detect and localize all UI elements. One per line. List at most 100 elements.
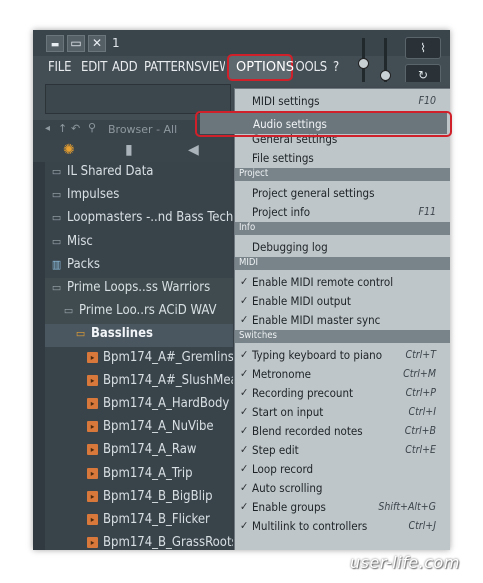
file-icon[interactable]: ▮ — [125, 142, 133, 158]
check-icon: ✓ — [240, 500, 249, 513]
menu-item-label: Typing keyboard to piano — [252, 348, 383, 362]
maximize-button[interactable]: ▭ — [67, 35, 85, 52]
browser-item[interactable]: ▭ Prime Loo..rs ACiD WAV — [45, 301, 233, 325]
browser-title[interactable]: Browser - All — [108, 123, 177, 136]
menu-item-label: File settings — [252, 151, 314, 165]
menu-item-enable-midi-remote-control[interactable]: ✓ Enable MIDI remote control — [235, 273, 450, 292]
fl-studio-window: ▬ ▭ ✕ 1 FILE EDIT ADD PATTERNS VIEW OPTI… — [33, 30, 450, 550]
menu-item-blend-recorded-notes[interactable]: ✓ Blend recorded notes Ctrl+B — [235, 422, 450, 441]
browser-item[interactable]: ▸ Bpm174_A#_Gremlins — [45, 348, 233, 371]
menu-item-shortcut: Shift+Alt+G — [378, 501, 436, 513]
maximize-icon: ▭ — [70, 36, 82, 50]
menu-item-enable-midi-output[interactable]: ✓ Enable MIDI output — [235, 292, 450, 311]
browser-item-label: Bpm174_B_GrassRoots — [103, 535, 233, 550]
menu-item-metronome[interactable]: ✓ Metronome Ctrl+M — [235, 365, 450, 384]
browser-item[interactable]: ▸ Bpm174_A_Raw — [45, 440, 233, 463]
menu-file[interactable]: FILE — [48, 60, 71, 75]
menu-item-label: Multilink to controllers — [252, 519, 368, 533]
back-icon[interactable]: ↶ — [71, 122, 80, 135]
menu-section-header: MIDI — [235, 257, 450, 270]
browser-item[interactable]: ▸ Bpm174_B_Flicker — [45, 510, 233, 533]
menu-item-label: Enable MIDI master sync — [252, 313, 381, 327]
menu-item-shortcut: Ctrl+P — [405, 387, 436, 399]
browser-item[interactable]: ▸ Bpm174_B_BigBlip — [45, 487, 233, 510]
menu-edit[interactable]: EDIT — [81, 60, 107, 75]
browser-item[interactable]: ▭ Loopmasters -..nd Bass Tech — [45, 208, 233, 231]
close-button[interactable]: ✕ — [88, 35, 106, 52]
search-icon[interactable]: ⚲ — [88, 121, 96, 134]
menu-item-auto-scrolling[interactable]: ✓ Auto scrolling — [235, 479, 450, 498]
browser-item[interactable]: ▭ Impulses — [45, 185, 233, 208]
menu-patterns[interactable]: PATTERNS — [144, 60, 202, 75]
browser-item[interactable]: ▭ Basslines — [45, 324, 233, 348]
menu-item-enable-midi-master-sync[interactable]: ✓ Enable MIDI master sync — [235, 311, 450, 330]
title-bar: ▬ ▭ ✕ 1 — [33, 30, 450, 56]
audio-settings-callout — [195, 111, 452, 137]
menu-section-title: Switches — [239, 330, 277, 341]
menu-item-project-info[interactable]: Project info F11 — [235, 203, 450, 222]
close-icon: ✕ — [91, 36, 103, 50]
menu-section-header: Project — [235, 168, 450, 181]
menu-item-debugging-log[interactable]: Debugging log — [235, 238, 450, 257]
collapse-icon[interactable]: ◂ — [45, 123, 50, 134]
menu-item-multilink-to-controllers[interactable]: ✓ Multilink to controllers Ctrl+J — [235, 517, 450, 536]
menu-view[interactable]: VIEW — [201, 60, 225, 75]
browser-item[interactable]: ▭ Misc — [45, 232, 233, 255]
menu-item-shortcut: Ctrl+B — [404, 425, 436, 437]
menu-item-label: Project general settings — [252, 186, 375, 200]
browser-item[interactable]: ▸ Bpm174_A_HardBody — [45, 394, 233, 417]
master-pitch-knob[interactable] — [380, 70, 391, 81]
check-icon: ✓ — [240, 443, 249, 456]
loop-icon: ↻ — [417, 68, 429, 82]
menu-item-label: Debugging log — [252, 240, 328, 254]
browser-item-label: IL Shared Data — [67, 164, 154, 179]
menu-item-step-edit[interactable]: ✓ Step edit Ctrl+E — [235, 441, 450, 460]
speaker-icon[interactable]: ◀ — [188, 142, 199, 158]
browser-item[interactable]: ▸ Bpm174_A_NuVibe — [45, 417, 233, 440]
browser-item[interactable]: ▸ Bpm174_A#_SlushMeat — [45, 371, 233, 394]
browser-item[interactable]: ▸ Bpm174_A_Trip — [45, 464, 233, 487]
menu-item-project-general-settings[interactable]: Project general settings — [235, 184, 450, 203]
waveform-icon[interactable]: ✺ — [63, 142, 75, 158]
menu-item-label: Auto scrolling — [252, 481, 323, 495]
menu-options-label: OPTIONS — [236, 60, 295, 75]
menu-tools[interactable]: TOOLS — [295, 60, 327, 75]
browser-item-label: Bpm174_A_Raw — [103, 442, 197, 458]
menu-section-title: MIDI — [239, 257, 258, 268]
browser-item[interactable]: ▸ Bpm174_B_GrassRoots — [45, 533, 233, 550]
up-arrow-icon[interactable]: ↑ — [58, 122, 67, 135]
menu-section-title: Project — [239, 168, 269, 179]
menu-item-file-settings[interactable]: File settings — [235, 149, 450, 168]
folder-icon: ▭ — [51, 165, 62, 178]
menu-item-shortcut: Ctrl+M — [403, 368, 436, 380]
menu-item-label: Step edit — [252, 443, 299, 457]
menu-item-label: Blend recorded notes — [252, 424, 363, 438]
menu-item-loop-record[interactable]: ✓ Loop record — [235, 460, 450, 479]
menu-add[interactable]: ADD — [112, 60, 138, 75]
menu-item-label: Loop record — [252, 462, 314, 476]
menu-help[interactable]: ? — [333, 60, 339, 75]
check-icon: ✓ — [240, 424, 249, 437]
audio-file-icon: ▸ — [87, 351, 98, 363]
tool-button-top[interactable]: ⌇ — [405, 37, 441, 59]
browser-item[interactable]: ▭ IL Shared Data — [45, 162, 233, 185]
browser-item-label: Bpm174_B_Flicker — [103, 512, 210, 527]
browser-item-label: Bpm174_A_HardBody — [103, 396, 230, 411]
menu-item-label: Enable MIDI output — [252, 294, 351, 308]
minimize-button[interactable]: ▬ — [46, 35, 64, 52]
browser-item[interactable]: ▥ Packs — [45, 255, 233, 278]
menu-item-enable-groups[interactable]: ✓ Enable groups Shift+Alt+G — [235, 498, 450, 517]
menu-item-midi-settings[interactable]: MIDI settings F10 — [235, 92, 450, 111]
menu-item-recording-precount[interactable]: ✓ Recording precount Ctrl+P — [235, 384, 450, 403]
browser-item[interactable]: ▭ Prime Loops..ss Warriors — [45, 278, 233, 301]
folder-icon: ▭ — [51, 211, 62, 225]
menu-item-start-on-input[interactable]: ✓ Start on input Ctrl+I — [235, 403, 450, 422]
check-icon: ✓ — [240, 275, 249, 288]
browser-item-label: Loopmasters -..nd Bass Tech — [67, 210, 233, 226]
master-volume-knob[interactable] — [358, 58, 369, 69]
browser-item-label: Bpm174_B_BigBlip — [103, 488, 213, 504]
menu-item-shortcut: Ctrl+T — [405, 349, 437, 361]
menu-item-typing-keyboard-to-piano[interactable]: ✓ Typing keyboard to piano Ctrl+T — [235, 346, 450, 365]
menu-options[interactable]: OPTIONS — [227, 54, 295, 81]
folder-open-icon: ▭ — [75, 327, 86, 341]
